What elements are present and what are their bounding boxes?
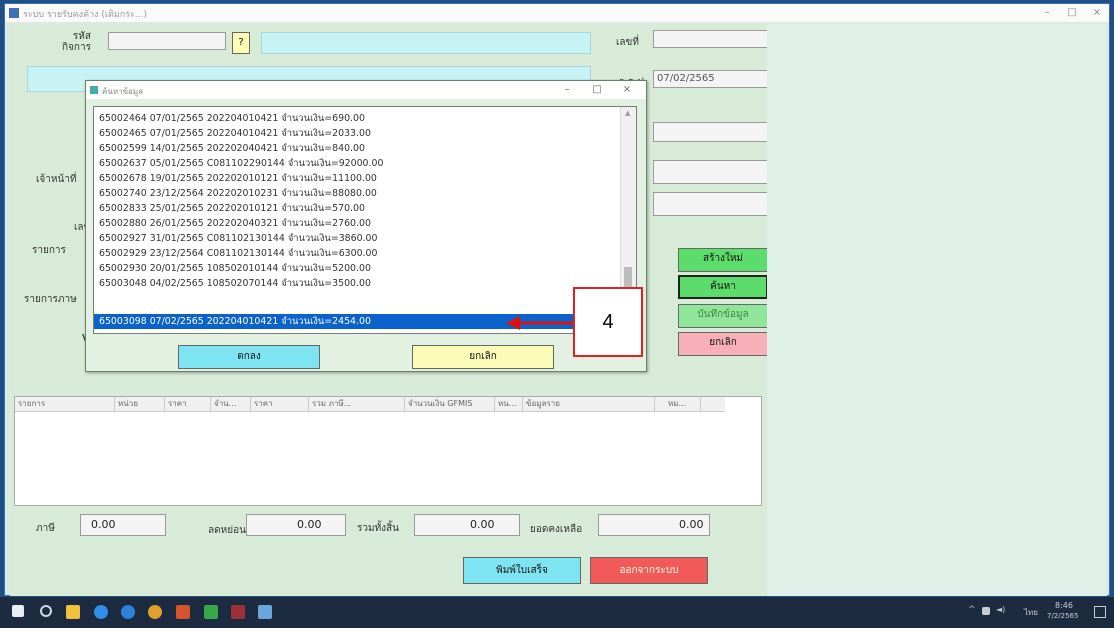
- windows-start-icon[interactable]: [12, 605, 24, 617]
- search-icon[interactable]: [40, 605, 52, 617]
- network-icon[interactable]: [982, 607, 990, 615]
- file-explorer-icon[interactable]: [66, 605, 80, 619]
- app-icon-red[interactable]: [176, 605, 190, 619]
- app-icon-green[interactable]: [204, 605, 218, 619]
- volume-icon[interactable]: ◄): [996, 605, 1005, 614]
- language-indicator[interactable]: ไทย: [1024, 606, 1038, 619]
- notification-icon[interactable]: [1094, 606, 1106, 618]
- annotation-arrow: [506, 316, 573, 330]
- chrome-icon[interactable]: [148, 605, 162, 619]
- active-app-icon[interactable]: [258, 605, 272, 619]
- clock-date[interactable]: 7/2/2565: [1047, 612, 1078, 620]
- system-tray: ^ ◄): [968, 605, 1016, 618]
- tray-chevron-icon[interactable]: ^: [968, 605, 976, 615]
- app-icon-maroon[interactable]: [231, 605, 245, 619]
- taskbar: ^ ◄) ไทย 8:46 7/2/2565: [0, 597, 1114, 628]
- edge-icon[interactable]: [94, 605, 108, 619]
- browser-icon[interactable]: [121, 605, 135, 619]
- arrow-head-icon: [506, 316, 520, 330]
- clock-time[interactable]: 8:46: [1055, 601, 1073, 610]
- step-callout: 4: [573, 287, 643, 357]
